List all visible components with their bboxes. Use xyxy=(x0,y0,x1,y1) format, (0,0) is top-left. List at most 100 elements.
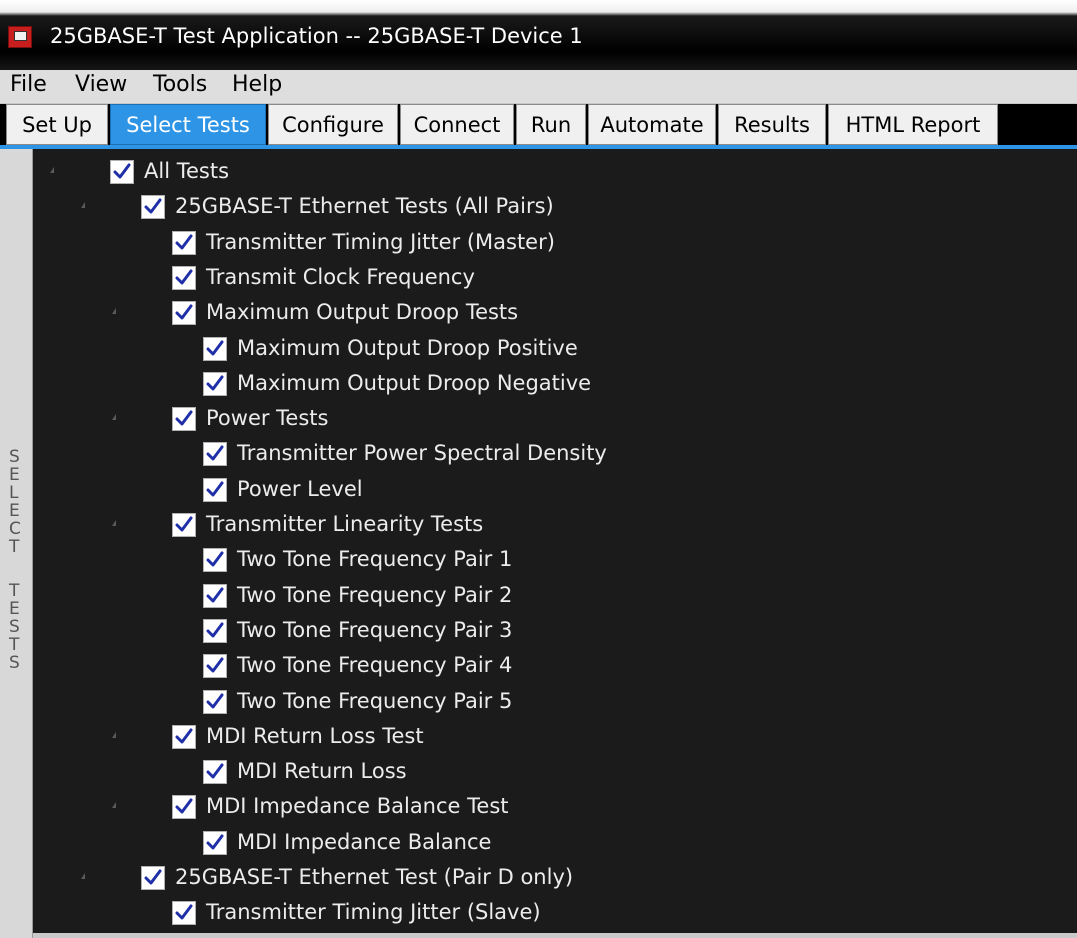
app-icon xyxy=(8,26,32,48)
tree-row[interactable]: MDI Return Loss xyxy=(33,757,1077,787)
checkbox[interactable] xyxy=(110,160,134,184)
tree-row[interactable]: Maximum Output Droop Negative xyxy=(33,369,1077,399)
tree-item-label: Two Tone Frequency Pair 3 xyxy=(237,617,513,642)
checkbox[interactable] xyxy=(141,195,165,220)
menu-help[interactable]: Help xyxy=(232,72,282,97)
tree-item-label: Maximum Output Droop Positive xyxy=(237,335,578,360)
tab-configure[interactable]: Configure xyxy=(268,104,398,145)
tree-row[interactable]: Maximum Output Droop Positive xyxy=(33,334,1077,364)
checkbox[interactable] xyxy=(172,301,196,326)
expand-collapse-icon[interactable] xyxy=(112,520,116,526)
checkbox[interactable] xyxy=(203,760,227,785)
side-label-select-tests: SELECTTESTS xyxy=(0,149,33,938)
checkmark-icon xyxy=(144,198,162,214)
panel-bottom-border xyxy=(33,933,1077,938)
tree-item-label: Power Level xyxy=(237,476,363,501)
menu-tools[interactable]: Tools xyxy=(153,72,207,97)
checkbox[interactable] xyxy=(172,724,196,749)
checkbox[interactable] xyxy=(203,336,227,361)
checkmark-icon xyxy=(175,410,193,426)
tree-row[interactable]: Two Tone Frequency Pair 2 xyxy=(33,581,1077,611)
tree-item-label: Two Tone Frequency Pair 2 xyxy=(237,582,513,607)
tree-row[interactable]: Two Tone Frequency Pair 5 xyxy=(33,687,1077,717)
checkmark-icon xyxy=(206,481,224,497)
tree-row[interactable]: Two Tone Frequency Pair 3 xyxy=(33,616,1077,646)
tab-set-up[interactable]: Set Up xyxy=(6,104,108,145)
tree-row[interactable]: Power Level xyxy=(33,475,1077,505)
tree-item-label: MDI Impedance Balance Test xyxy=(206,794,509,819)
expand-collapse-icon[interactable] xyxy=(50,167,54,173)
checkbox[interactable] xyxy=(172,407,196,432)
checkbox[interactable] xyxy=(203,548,227,573)
expand-collapse-icon[interactable] xyxy=(112,308,116,315)
tree-item-label: Transmit Clock Frequency xyxy=(206,264,475,289)
expand-collapse-icon[interactable] xyxy=(112,731,116,738)
checkbox[interactable] xyxy=(203,830,227,855)
tab-connect[interactable]: Connect xyxy=(400,104,514,145)
checkbox[interactable] xyxy=(172,901,196,926)
expand-collapse-icon[interactable] xyxy=(81,873,85,879)
checkmark-icon xyxy=(206,551,224,567)
tree-item-label: All Tests xyxy=(144,159,230,183)
tree-row[interactable]: MDI Return Loss Test xyxy=(33,722,1077,752)
tab-html-report[interactable]: HTML Report xyxy=(828,104,998,145)
checkmark-icon xyxy=(113,163,131,179)
tree-item-label: MDI Return Loss xyxy=(237,759,407,784)
checkmark-icon xyxy=(175,269,193,285)
tree-row[interactable]: Transmitter Timing Jitter (Master) xyxy=(33,228,1077,258)
checkmark-icon xyxy=(206,622,224,638)
tree-row[interactable]: 25GBASE-T Ethernet Tests (All Pairs) xyxy=(33,192,1077,222)
tree-row[interactable]: 25GBASE-T Ethernet Test (Pair D only) xyxy=(33,863,1077,893)
side-label-letter: E xyxy=(9,599,20,619)
tree-row[interactable]: Transmitter Power Spectral Density xyxy=(33,439,1077,469)
tree-row[interactable]: Transmit Clock Frequency xyxy=(33,263,1077,293)
expand-collapse-icon[interactable] xyxy=(112,802,116,809)
tree-row[interactable]: Power Tests xyxy=(33,404,1077,434)
checkbox[interactable] xyxy=(141,866,165,890)
checkmark-icon xyxy=(175,516,193,532)
checkbox[interactable] xyxy=(172,265,196,290)
tree-row[interactable]: Maximum Output Droop Tests xyxy=(33,298,1077,328)
tree-item-label: Power Tests xyxy=(206,406,329,431)
checkbox[interactable] xyxy=(203,689,227,714)
tree-row[interactable]: Transmitter Timing Jitter (Slave) xyxy=(33,898,1077,928)
side-label-letter: E xyxy=(9,501,20,521)
checkbox[interactable] xyxy=(172,513,196,537)
tab-results[interactable]: Results xyxy=(718,104,826,145)
checkmark-icon xyxy=(175,234,193,250)
side-label-letter: T xyxy=(9,581,20,601)
tree-item-label: Maximum Output Droop Tests xyxy=(206,300,519,325)
expand-collapse-icon[interactable] xyxy=(81,202,85,209)
checkbox[interactable] xyxy=(172,230,196,255)
tree-row[interactable]: MDI Impedance Balance Test xyxy=(33,792,1077,822)
side-label-letter: C xyxy=(9,519,21,539)
tab-strip: Set Up Select Tests Configure Connect Ru… xyxy=(0,104,1077,147)
tree-row[interactable]: All Tests xyxy=(33,157,1077,187)
checkbox[interactable] xyxy=(203,583,227,608)
tab-automate[interactable]: Automate xyxy=(588,104,716,145)
tab-select-tests[interactable]: Select Tests xyxy=(110,104,266,145)
checkbox[interactable] xyxy=(203,442,227,467)
tree-item-label: Two Tone Frequency Pair 4 xyxy=(237,653,513,678)
menu-view[interactable]: View xyxy=(75,72,127,97)
tab-run[interactable]: Run xyxy=(516,104,586,145)
tree-item-label: 25GBASE-T Ethernet Tests (All Pairs) xyxy=(175,194,554,219)
menu-file[interactable]: File xyxy=(10,72,47,97)
checkbox[interactable] xyxy=(203,654,227,679)
checkbox[interactable] xyxy=(203,477,227,502)
checkbox[interactable] xyxy=(203,618,227,643)
checkmark-icon xyxy=(206,657,224,673)
tree-item-label: Transmitter Timing Jitter (Master) xyxy=(206,229,555,254)
expand-collapse-icon[interactable] xyxy=(112,414,116,421)
tree-row[interactable]: MDI Impedance Balance xyxy=(33,828,1077,858)
checkmark-icon xyxy=(175,304,193,320)
test-tree: All Tests 25GBASE-T Ethernet Tests (All P… xyxy=(33,149,1077,933)
checkbox[interactable] xyxy=(203,371,227,396)
side-label-letter: T xyxy=(9,635,20,655)
tree-row[interactable]: Two Tone Frequency Pair 4 xyxy=(33,651,1077,681)
tree-item-label: MDI Return Loss Test xyxy=(206,723,424,748)
tree-item-label: Transmitter Power Spectral Density xyxy=(237,441,607,466)
tree-row[interactable]: Transmitter Linearity Tests xyxy=(33,510,1077,540)
tree-row[interactable]: Two Tone Frequency Pair 1 xyxy=(33,545,1077,575)
checkbox[interactable] xyxy=(172,795,196,820)
